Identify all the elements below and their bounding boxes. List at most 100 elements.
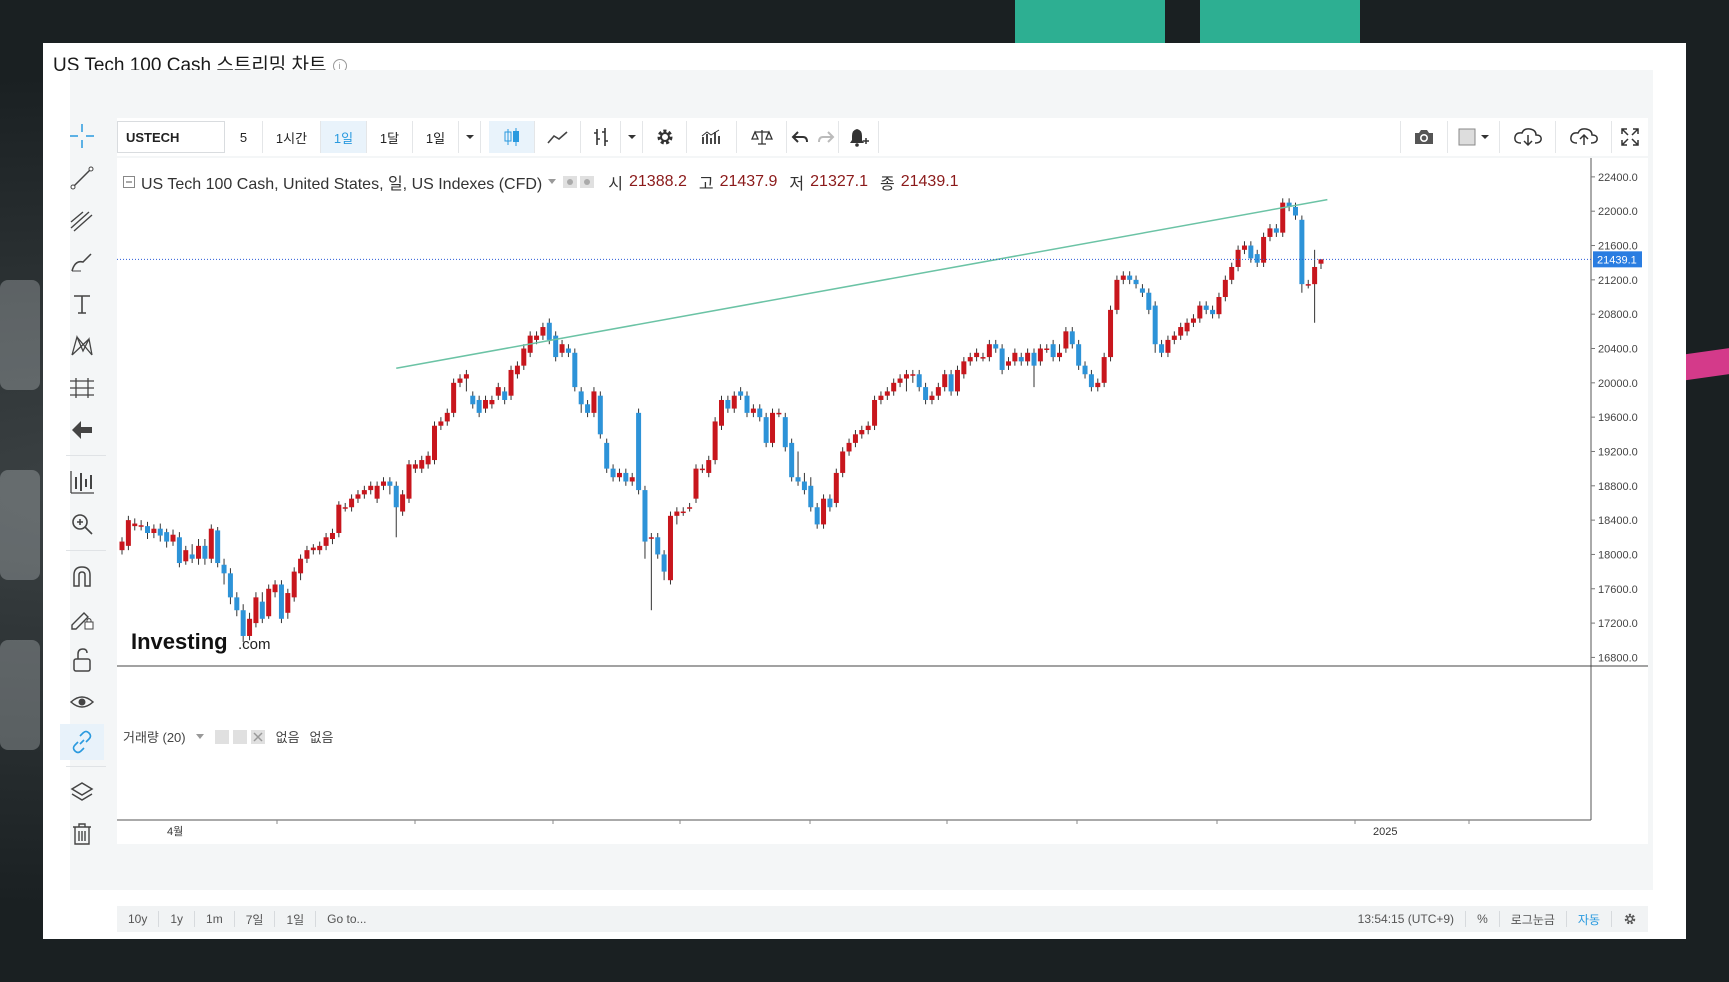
compare-button[interactable]: [737, 121, 787, 153]
delete-tool[interactable]: [60, 816, 104, 852]
candle: [1312, 266, 1318, 285]
candle: [157, 528, 163, 536]
x-tick-label: 2025: [1373, 826, 1397, 838]
y-tick-label: 18000.0: [1598, 549, 1638, 561]
visibility-tool[interactable]: [60, 684, 104, 720]
range-7d[interactable]: 7일: [235, 911, 276, 927]
candle: [1248, 245, 1254, 259]
investing-logo: Investing: [131, 629, 228, 654]
interval-1h[interactable]: 1시간: [263, 121, 321, 153]
log-scale-toggle[interactable]: 로그눈금: [1498, 911, 1566, 927]
candle: [591, 391, 597, 413]
y-tick-label: 18800.0: [1598, 481, 1638, 493]
candle: [1152, 305, 1158, 345]
fullscreen-button[interactable]: [1612, 121, 1648, 153]
range-10y[interactable]: 10y: [117, 911, 160, 927]
screenshot-button[interactable]: [1400, 121, 1448, 153]
link-tool[interactable]: [60, 724, 104, 760]
candle: [776, 412, 782, 415]
candle: [196, 545, 202, 559]
pattern-tool[interactable]: [60, 328, 104, 364]
candle: [463, 374, 469, 379]
y-tick-label: 22000.0: [1598, 206, 1638, 218]
candle: [763, 417, 769, 443]
template-button[interactable]: [1448, 121, 1500, 153]
interval-1month[interactable]: 1달: [367, 121, 413, 153]
layers-tool[interactable]: [60, 774, 104, 810]
candle: [1139, 288, 1145, 293]
collapse-icon[interactable]: [123, 176, 135, 188]
candle: [712, 421, 718, 461]
interval-custom[interactable]: 1일: [413, 121, 459, 153]
candle: [942, 374, 948, 388]
lock-drawing-tool[interactable]: [60, 600, 104, 636]
candle: [974, 352, 980, 358]
line-style-button[interactable]: [535, 121, 581, 153]
y-tick-label: 19200.0: [1598, 446, 1638, 458]
measure-tool[interactable]: [60, 370, 104, 406]
save-layout-button[interactable]: [1556, 121, 1612, 153]
range-1y[interactable]: 1y: [159, 911, 196, 927]
y-tick-label: 18400.0: [1598, 515, 1638, 527]
undo-button[interactable]: [787, 121, 813, 153]
candle: [170, 534, 176, 542]
series-settings-icons[interactable]: [562, 175, 596, 189]
candle: [1044, 348, 1050, 350]
chevron-down-icon[interactable]: [195, 733, 204, 740]
candle: [1254, 254, 1260, 263]
volume-settings-icons[interactable]: [214, 729, 266, 745]
candle: [1088, 374, 1094, 388]
zoom-tool[interactable]: [60, 506, 104, 542]
candle: [961, 361, 967, 375]
candle: [495, 387, 501, 396]
bottom-toolbar: 10y 1y 1m 7일 1일 Go to... 13:54:15 (UTC+9…: [117, 906, 1648, 932]
text-tool[interactable]: [60, 286, 104, 322]
open-label: 시: [608, 176, 623, 193]
link-icon: [72, 730, 92, 754]
y-tick-label: 20400.0: [1598, 344, 1638, 356]
candle: [1299, 219, 1305, 285]
indicators-button[interactable]: [687, 121, 737, 153]
unlock-tool[interactable]: [60, 642, 104, 678]
candle: [935, 387, 941, 396]
back-tool[interactable]: [60, 412, 104, 448]
trendline-tool[interactable]: [60, 160, 104, 196]
load-layout-button[interactable]: [1500, 121, 1556, 153]
chart-settings-button[interactable]: [1611, 911, 1648, 927]
percent-toggle[interactable]: %: [1465, 911, 1499, 927]
long-position-tool[interactable]: [60, 464, 104, 500]
interval-1d[interactable]: 1일: [321, 121, 367, 153]
candle: [151, 528, 157, 533]
bars-style-button[interactable]: [581, 121, 621, 153]
range-1m[interactable]: 1m: [195, 911, 235, 927]
candle: [234, 597, 240, 611]
crosshair-tool[interactable]: [60, 118, 104, 154]
range-1d[interactable]: 1일: [275, 911, 317, 927]
interval-dropdown[interactable]: [459, 121, 481, 153]
alert-button[interactable]: [839, 121, 879, 153]
settings-button[interactable]: [643, 121, 687, 153]
redo-button[interactable]: [813, 121, 839, 153]
candle: [176, 537, 182, 564]
symbol-input[interactable]: USTECH: [117, 121, 225, 153]
candles-style-button[interactable]: [489, 121, 535, 153]
chevron-down-icon[interactable]: [548, 179, 557, 185]
fib-tool[interactable]: [60, 202, 104, 238]
candle: [476, 399, 482, 413]
candle: [986, 344, 992, 358]
magnet-tool[interactable]: [60, 558, 104, 594]
y-tick-label: 20000.0: [1598, 378, 1638, 390]
candle: [1063, 331, 1069, 349]
y-tick-label: 22400.0: [1598, 172, 1638, 184]
brush-tool[interactable]: [60, 244, 104, 280]
price-chart[interactable]: 16800.0 17200.0 17600.0 18000.0 18400.0 18800…: [117, 158, 1648, 906]
goto-button[interactable]: Go to...: [316, 911, 377, 927]
candle: [483, 399, 489, 409]
interval-5[interactable]: 5: [225, 121, 263, 153]
clock: 13:54:15 (UTC+9): [1357, 912, 1455, 926]
candle: [240, 610, 246, 636]
series-legend: US Tech 100 Cash, United States, 일, US I…: [123, 170, 959, 194]
candle: [750, 408, 756, 413]
style-dropdown[interactable]: [621, 121, 643, 153]
auto-scale-toggle[interactable]: 자동: [1565, 911, 1611, 927]
